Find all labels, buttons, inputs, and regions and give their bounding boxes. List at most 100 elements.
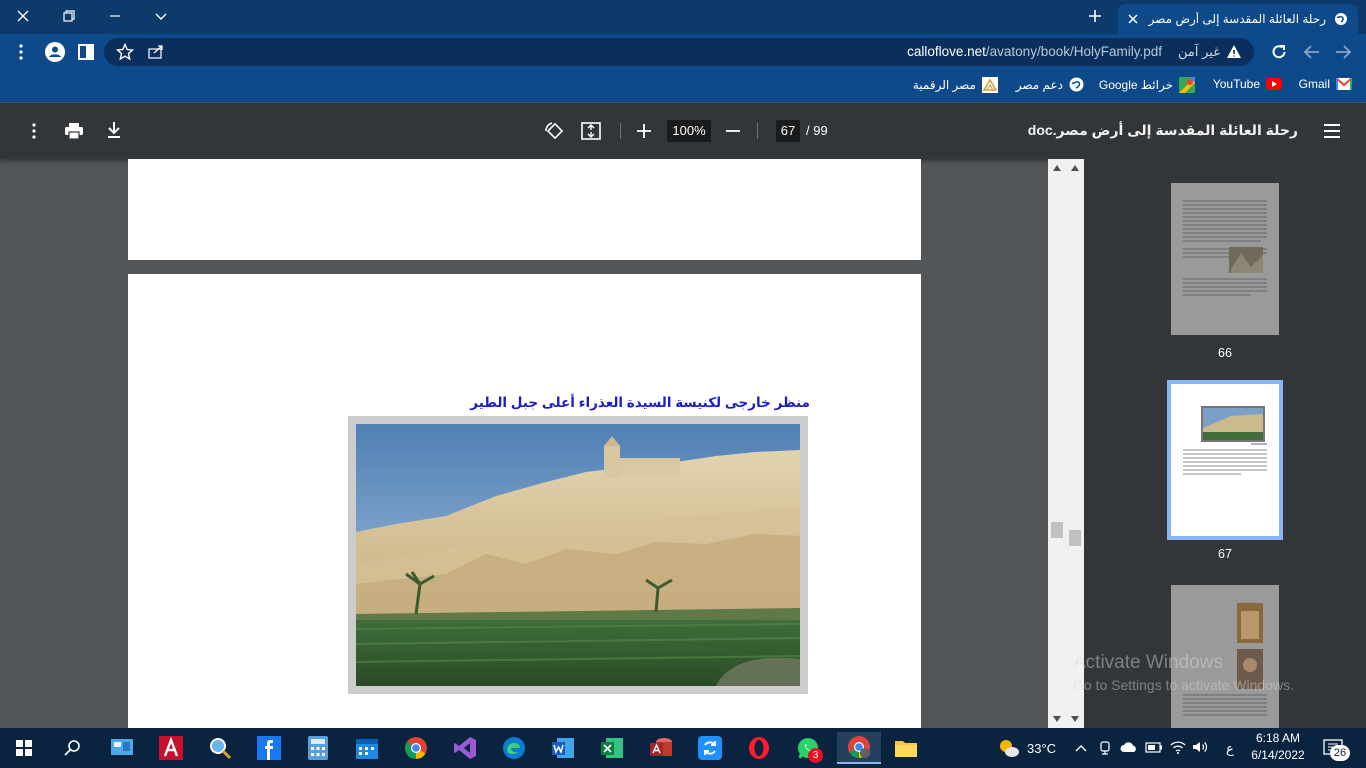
- pdf-page-previous: [128, 159, 921, 260]
- hamburger-menu-icon: [1324, 124, 1340, 138]
- thumbnail-page-67[interactable]: [1167, 380, 1283, 540]
- fit-page-button[interactable]: [581, 122, 601, 140]
- omnibox[interactable]: calloflove.net/avatony/book/HolyFamily.p…: [104, 38, 1254, 66]
- tab-holy-family[interactable]: رحلة العائلة المقدسة إلى أرض مصر: [1118, 4, 1358, 34]
- chevron-up-icon[interactable]: [1075, 744, 1087, 752]
- new-tab-button[interactable]: [1074, 0, 1116, 32]
- wifi-icon[interactable]: [1170, 740, 1186, 754]
- folder-icon: [895, 741, 917, 757]
- address-bar-row: calloflove.net/avatony/book/HolyFamily.p…: [0, 34, 1366, 70]
- search-button[interactable]: [52, 732, 92, 764]
- taskbar-app-edge[interactable]: [494, 732, 534, 764]
- rotate-button[interactable]: [544, 121, 564, 141]
- taskbar-app-word[interactable]: [543, 732, 583, 764]
- bookmark-label: مصر الرقمية: [912, 78, 976, 92]
- back-button[interactable]: [1334, 43, 1352, 61]
- taskbar-app-autocad[interactable]: [151, 732, 191, 764]
- weather-sun-cloud-icon: [1000, 740, 1019, 757]
- warning-icon[interactable]: [1226, 44, 1242, 60]
- zoom-level[interactable]: 100%: [667, 120, 711, 142]
- bookmark-google-maps[interactable]: خرائط Google: [1099, 77, 1195, 93]
- url-host: calloflove.net: [907, 44, 986, 59]
- vertical-scrollbar[interactable]: [1048, 159, 1084, 728]
- bookmark-gmail[interactable]: Gmail: [1299, 77, 1352, 91]
- scrollbar-thumb[interactable]: [1051, 522, 1063, 538]
- zoom-out-button[interactable]: [725, 123, 741, 139]
- profile-button[interactable]: [44, 41, 66, 63]
- plus-icon: [1089, 10, 1101, 22]
- taskbar-app-magnifier[interactable]: [200, 732, 240, 764]
- bookmark-support-egypt[interactable]: دعم مصر: [1016, 77, 1084, 92]
- plus-icon: [637, 124, 651, 138]
- bookmark-label: خرائط Google: [1098, 78, 1173, 92]
- edge-icon: [503, 737, 525, 759]
- thumbnail-preview: [1183, 200, 1267, 296]
- pdf-toolbar: 100% 67 / 99 رحلة العائلة المقدسة إلى أر…: [0, 103, 1366, 159]
- zoom-in-button[interactable]: [636, 123, 652, 139]
- bookmark-digital-egypt[interactable]: مصر الرقمية: [913, 77, 998, 93]
- page-number-input[interactable]: 67: [776, 120, 800, 142]
- notification-center-button[interactable]: 26: [1322, 738, 1350, 761]
- print-icon: [65, 123, 83, 140]
- watermark-title: Activate Windows: [1073, 652, 1223, 673]
- thumbnail-label: 66: [1218, 346, 1232, 360]
- thumbnails-menu-button[interactable]: [1323, 123, 1341, 139]
- taskbar-app-whatsapp[interactable]: 3: [788, 732, 828, 764]
- bookmark-label: Gmail: [1298, 77, 1330, 91]
- bookmark-star-icon[interactable]: [116, 43, 134, 61]
- forward-button[interactable]: [1303, 43, 1321, 61]
- clock-date: 6/14/2022: [1251, 748, 1305, 762]
- taskbar-app-facebook[interactable]: [249, 732, 289, 764]
- volume-icon[interactable]: [1192, 740, 1208, 754]
- security-label[interactable]: غير آمن: [1178, 44, 1220, 60]
- thumbnail-page-66[interactable]: [1171, 183, 1279, 335]
- tab-search-button[interactable]: [138, 0, 184, 32]
- arrow-forward-icon: [1303, 45, 1319, 59]
- taskbar-app-control-panel[interactable]: [102, 732, 142, 764]
- scroll-up-arrow-icon[interactable]: [1053, 165, 1061, 171]
- taskbar-app-settings-sync[interactable]: [690, 732, 730, 764]
- share-icon[interactable]: [148, 44, 164, 60]
- side-panel-button[interactable]: [78, 44, 94, 60]
- restore-window-button[interactable]: [46, 0, 92, 32]
- pdf-more-button[interactable]: [25, 122, 43, 140]
- church-photo: [348, 416, 808, 694]
- input-language[interactable]: ع: [1226, 741, 1234, 757]
- battery-icon[interactable]: [1145, 742, 1163, 753]
- taskbar-app-chrome-active[interactable]: [837, 732, 881, 764]
- menu-button[interactable]: [12, 43, 30, 61]
- minimize-icon: [110, 15, 120, 17]
- access-icon: [650, 738, 672, 756]
- minimize-window-button[interactable]: [92, 0, 138, 32]
- taskbar-app-opera[interactable]: [739, 732, 779, 764]
- weather-temp[interactable]: 33°C: [1027, 741, 1056, 756]
- total-pages: / 99: [806, 123, 828, 138]
- autocad-icon: [159, 736, 183, 760]
- close-window-button[interactable]: [0, 0, 46, 32]
- download-button[interactable]: [105, 121, 123, 139]
- taskbar-app-calendar[interactable]: [347, 732, 387, 764]
- taskbar-app-access[interactable]: [641, 732, 681, 764]
- scroll-up-arrow-icon[interactable]: [1071, 165, 1079, 171]
- taskbar-app-visual-studio[interactable]: [445, 732, 485, 764]
- clock[interactable]: 6:18 AM 6/14/2022: [1246, 730, 1310, 764]
- reload-button[interactable]: [1270, 43, 1288, 61]
- thumbnails-pane: 66 67: [1084, 159, 1366, 728]
- taskbar-app-chrome[interactable]: [396, 732, 436, 764]
- taskbar-app-excel[interactable]: [592, 732, 632, 764]
- print-button[interactable]: [64, 122, 84, 140]
- weather-widget[interactable]: [998, 738, 1020, 758]
- scroll-down-arrow-icon[interactable]: [1053, 716, 1061, 722]
- reload-icon: [1272, 45, 1286, 59]
- start-button[interactable]: [4, 732, 44, 764]
- scrollbar-thumb[interactable]: [1069, 530, 1081, 546]
- close-tab-icon[interactable]: [1128, 14, 1138, 24]
- scroll-down-arrow-icon[interactable]: [1071, 716, 1079, 722]
- taskbar-app-file-explorer[interactable]: [886, 732, 926, 764]
- bookmark-youtube[interactable]: YouTube: [1213, 77, 1282, 91]
- taskbar-app-calculator[interactable]: [298, 732, 338, 764]
- opera-icon: [749, 737, 769, 759]
- meet-now-icon[interactable]: [1099, 741, 1111, 755]
- onedrive-cloud-icon[interactable]: [1120, 742, 1138, 753]
- rotate-icon: [545, 122, 564, 140]
